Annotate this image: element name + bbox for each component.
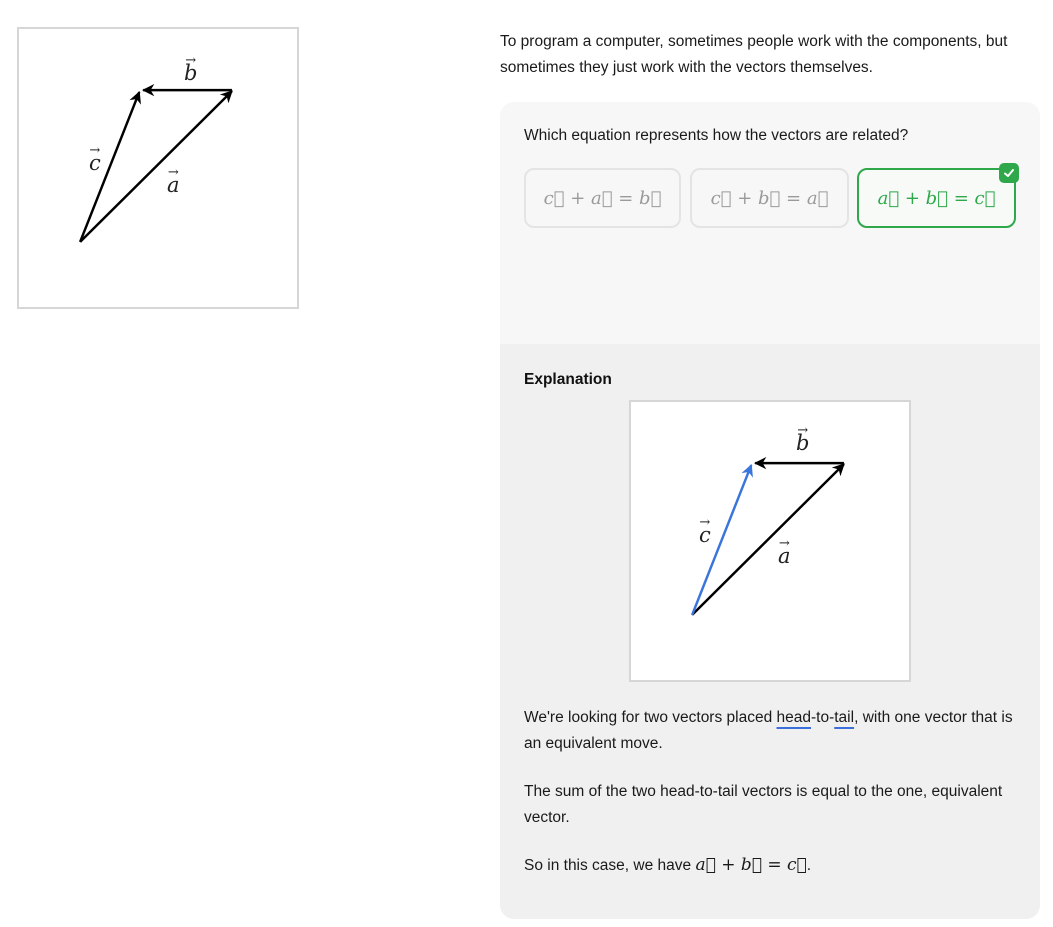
question-prompt: Which equation represents how the vector… [524, 127, 909, 144]
choice-option-3-correct[interactable]: a⃗ + b⃗ = c⃗ [857, 163, 1019, 228]
vector-c-label: → c [89, 143, 101, 175]
tail-term-link[interactable]: tail [834, 709, 854, 726]
check-icon [999, 163, 1019, 183]
explanation-heading: Explanation [524, 371, 612, 388]
explanation-panel: Explanation → b → c → a We're looking for [500, 344, 1040, 919]
explanation-paragraph-3: So in this case, we have a⃗ + b⃗ = c⃗. [524, 855, 812, 875]
question-panel: Which equation represents how the vector… [500, 102, 1040, 344]
explanation-vector-diagram: → b → c → a [629, 400, 911, 682]
vector-diagram: → b → c → a [17, 27, 299, 309]
explanation-vector-c-label: → c [699, 515, 711, 547]
intro-text: To program a computer, sometimes people … [500, 33, 1008, 76]
choice-option-1-label: c⃗ + a⃗ = b⃗ [543, 187, 662, 209]
explanation-paragraph-2: The sum of the two head-to-tail vectors … [524, 783, 1003, 826]
explanation-vector-b-label: → b [796, 423, 810, 455]
head-term-link[interactable]: head [777, 709, 811, 726]
explanation-vector-a-label: → a [778, 536, 791, 568]
choice-option-2-label: c⃗ + b⃗ = a⃗ [710, 187, 829, 209]
explanation-vector-diagram-svg [690, 456, 845, 616]
vector-a-arrow [79, 90, 233, 243]
explanation-paragraph-1: We're looking for two vectors placed hea… [524, 709, 1013, 752]
explanation-vector-a-arrow [691, 463, 845, 616]
vector-a-label: → a [167, 165, 180, 197]
vector-b-label: → b [184, 53, 198, 85]
choice-option-2[interactable]: c⃗ + b⃗ = a⃗ [690, 168, 849, 228]
vector-diagram-svg [78, 83, 233, 243]
choice-option-1[interactable]: c⃗ + a⃗ = b⃗ [524, 168, 681, 228]
result-equation: a⃗ + b⃗ = c⃗ [695, 855, 807, 875]
choice-option-3-label: a⃗ + b⃗ = c⃗ [877, 187, 996, 209]
